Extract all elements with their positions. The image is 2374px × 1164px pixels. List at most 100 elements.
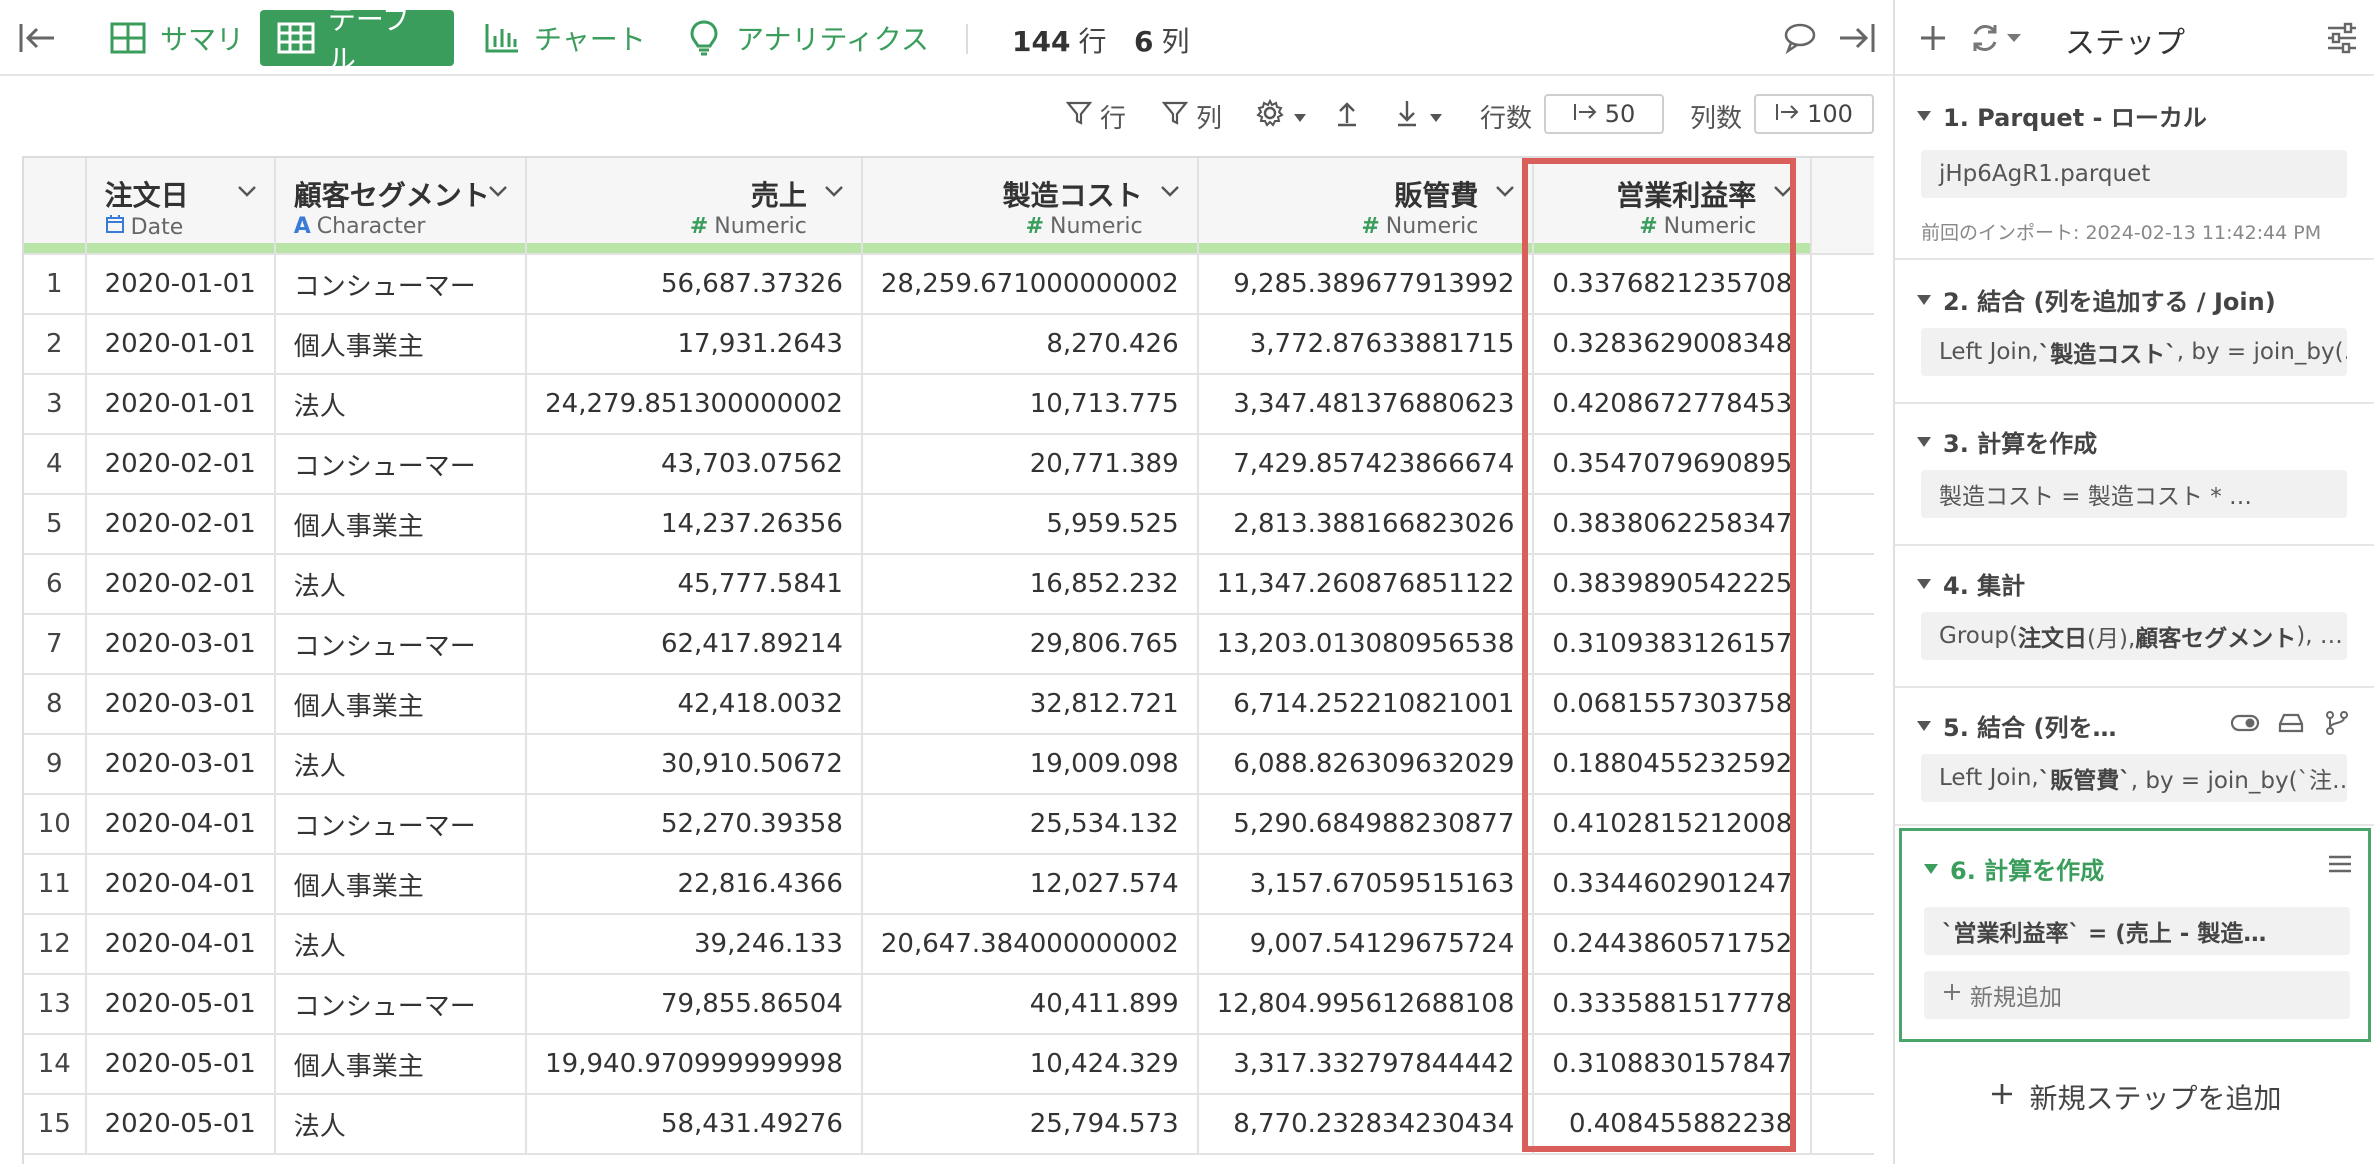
cell-order-date[interactable]: 2020-01-01 bbox=[85, 314, 276, 375]
cell-operating-margin[interactable]: 0.4208672778453 bbox=[1533, 374, 1813, 435]
cell-order-date[interactable]: 2020-03-01 bbox=[85, 614, 276, 675]
cell-order-date[interactable]: 2020-03-01 bbox=[85, 734, 276, 795]
cell-sga[interactable]: 6,088.826309632029 bbox=[1197, 734, 1535, 795]
collapse-triangle-icon[interactable] bbox=[1917, 578, 1931, 589]
cell-manufacturing-cost[interactable]: 10,713.775 bbox=[861, 374, 1199, 435]
chevron-down-icon[interactable] bbox=[1157, 178, 1183, 204]
cell-customer-segment[interactable]: コンシューマー bbox=[274, 614, 528, 675]
sort-descending-button[interactable] bbox=[1394, 98, 1444, 134]
step-4[interactable]: 4. 集計 Group(注文日 (月), 顧客セグメント), … bbox=[1895, 546, 2374, 688]
cell-manufacturing-cost[interactable]: 29,806.765 bbox=[861, 614, 1199, 675]
cell-operating-margin[interactable]: 0.3109383126157 bbox=[1533, 614, 1813, 675]
step-1-header[interactable]: 1. Parquet - ローカル bbox=[1917, 98, 2207, 133]
column-header-customer-segment[interactable]: 顧客セグメント A Character bbox=[274, 158, 528, 255]
cell-manufacturing-cost[interactable]: 16,852.232 bbox=[861, 554, 1199, 615]
step-3-header[interactable]: 3. 計算を作成 bbox=[1917, 424, 2097, 459]
cell-customer-segment[interactable]: コンシューマー bbox=[274, 254, 528, 315]
cell-operating-margin[interactable]: 0.3344602901247 bbox=[1533, 854, 1813, 915]
cell-order-date[interactable]: 2020-03-01 bbox=[85, 674, 276, 735]
step-2-header[interactable]: 2. 結合 (列を追加する / Join) bbox=[1917, 282, 2276, 317]
cell-customer-segment[interactable]: 法人 bbox=[274, 374, 528, 435]
cell-sga[interactable]: 9,285.389677913992 bbox=[1197, 254, 1535, 315]
step-1-detail[interactable]: jHp6AgR1.parquet bbox=[1921, 150, 2347, 198]
row-index[interactable]: 14 bbox=[24, 1034, 87, 1095]
cell-manufacturing-cost[interactable]: 8,270.426 bbox=[861, 314, 1199, 375]
step-1[interactable]: 1. Parquet - ローカル jHp6AgR1.parquet 前回のイン… bbox=[1895, 78, 2374, 260]
cell-operating-margin[interactable]: 0.3335881517778 bbox=[1533, 974, 1813, 1035]
chevron-down-icon[interactable] bbox=[1492, 178, 1518, 204]
row-index[interactable]: 9 bbox=[24, 734, 87, 795]
step-4-header[interactable]: 4. 集計 bbox=[1917, 566, 2025, 601]
cell-manufacturing-cost[interactable]: 40,411.899 bbox=[861, 974, 1199, 1035]
refresh-icon[interactable] bbox=[1967, 20, 2027, 56]
cell-sga[interactable]: 11,347.260876851122 bbox=[1197, 554, 1535, 615]
step-6-active[interactable]: 6. 計算を作成 `営業利益率` = (売上 - 製造… 新規追加 bbox=[1899, 828, 2371, 1042]
cell-operating-margin[interactable]: 0.3376821235708 bbox=[1533, 254, 1813, 315]
cell-order-date[interactable]: 2020-05-01 bbox=[85, 1034, 276, 1095]
collapse-left-icon[interactable] bbox=[18, 20, 58, 56]
chevron-down-icon[interactable] bbox=[1770, 178, 1796, 204]
row-index[interactable]: 11 bbox=[24, 854, 87, 915]
cell-customer-segment[interactable]: コンシューマー bbox=[274, 974, 528, 1035]
sliders-icon[interactable] bbox=[2325, 22, 2359, 54]
cell-manufacturing-cost[interactable]: 25,534.132 bbox=[861, 794, 1199, 855]
cell-sales[interactable]: 45,777.5841 bbox=[526, 554, 863, 615]
chevron-down-icon[interactable] bbox=[485, 178, 511, 204]
cell-customer-segment[interactable]: コンシューマー bbox=[274, 434, 528, 495]
toggle-icon[interactable] bbox=[2230, 710, 2260, 736]
step-4-detail[interactable]: Group(注文日 (月), 顧客セグメント), … bbox=[1921, 612, 2347, 660]
cell-sales[interactable]: 17,931.2643 bbox=[526, 314, 863, 375]
cell-sales[interactable]: 30,910.50672 bbox=[526, 734, 863, 795]
cell-sga[interactable]: 9,007.54129675724 bbox=[1197, 914, 1535, 975]
menu-icon[interactable] bbox=[2326, 851, 2354, 877]
step-5-detail[interactable]: Left Join, `販管費`, by = join_by(`注… bbox=[1921, 754, 2347, 802]
row-index[interactable]: 4 bbox=[24, 434, 87, 495]
cell-operating-margin[interactable]: 0.3547079690895 bbox=[1533, 434, 1813, 495]
cell-sga[interactable]: 13,203.013080956538 bbox=[1197, 614, 1535, 675]
collapse-right-icon[interactable] bbox=[1836, 20, 1876, 56]
cell-customer-segment[interactable]: 個人事業主 bbox=[274, 1034, 528, 1095]
cell-operating-margin[interactable]: 0.3838062258347 bbox=[1533, 494, 1813, 555]
cell-operating-margin[interactable]: 0.0681557303758 bbox=[1533, 674, 1813, 735]
cell-order-date[interactable]: 2020-01-01 bbox=[85, 254, 276, 315]
cell-sga[interactable]: 3,347.481376880623 bbox=[1197, 374, 1535, 435]
step-5-header[interactable]: 5. 結合 (列を… bbox=[1917, 708, 2117, 743]
cell-manufacturing-cost[interactable]: 12,027.574 bbox=[861, 854, 1199, 915]
cell-order-date[interactable]: 2020-02-01 bbox=[85, 494, 276, 555]
cell-sales[interactable]: 56,687.37326 bbox=[526, 254, 863, 315]
collapse-triangle-icon[interactable] bbox=[1917, 436, 1931, 447]
cell-sales[interactable]: 19,940.970999999998 bbox=[526, 1034, 863, 1095]
settings-dropdown-button[interactable] bbox=[1256, 98, 1308, 134]
cell-operating-margin[interactable]: 0.3283629008348 bbox=[1533, 314, 1813, 375]
column-header-manufacturing-cost[interactable]: 製造コスト # Numeric bbox=[861, 158, 1199, 255]
cell-sales[interactable]: 22,816.4366 bbox=[526, 854, 863, 915]
tab-table[interactable]: テーブル bbox=[260, 3, 454, 76]
cell-customer-segment[interactable]: 個人事業主 bbox=[274, 854, 528, 915]
cell-sales[interactable]: 39,246.133 bbox=[526, 914, 863, 975]
cell-sga[interactable]: 2,813.388166823026 bbox=[1197, 494, 1535, 555]
cell-manufacturing-cost[interactable]: 10,424.329 bbox=[861, 1034, 1199, 1095]
column-header-order-date[interactable]: 注文日 Date bbox=[85, 158, 276, 255]
cell-sales[interactable]: 14,237.26356 bbox=[526, 494, 863, 555]
cell-manufacturing-cost[interactable]: 19,009.098 bbox=[861, 734, 1199, 795]
collapse-triangle-icon[interactable] bbox=[1924, 863, 1938, 874]
cell-operating-margin[interactable]: 0.4102815212008 bbox=[1533, 794, 1813, 855]
tab-analytics[interactable]: アナリティクス bbox=[668, 10, 945, 66]
cell-order-date[interactable]: 2020-05-01 bbox=[85, 974, 276, 1035]
cell-operating-margin[interactable]: 0.3108830157847 bbox=[1533, 1034, 1813, 1095]
cell-manufacturing-cost[interactable]: 28,259.671000000002 bbox=[861, 254, 1199, 315]
tab-summary[interactable]: サマリ bbox=[92, 10, 260, 66]
row-index[interactable]: 13 bbox=[24, 974, 87, 1035]
cols-input[interactable]: 100 bbox=[1754, 94, 1874, 134]
step-6-detail[interactable]: `営業利益率` = (売上 - 製造… bbox=[1924, 907, 2350, 955]
cell-manufacturing-cost[interactable]: 32,812.721 bbox=[861, 674, 1199, 735]
cell-customer-segment[interactable]: 個人事業主 bbox=[274, 674, 528, 735]
cell-customer-segment[interactable]: コンシューマー bbox=[274, 794, 528, 855]
cell-order-date[interactable]: 2020-04-01 bbox=[85, 914, 276, 975]
cell-sales[interactable]: 62,417.89214 bbox=[526, 614, 863, 675]
row-filter-button[interactable]: 行 bbox=[1065, 98, 1126, 134]
cell-sales[interactable]: 52,270.39358 bbox=[526, 794, 863, 855]
cell-sga[interactable]: 3,317.332797844442 bbox=[1197, 1034, 1535, 1095]
column-header-sga[interactable]: 販管費 # Numeric bbox=[1197, 158, 1535, 255]
step-6-header[interactable]: 6. 計算を作成 bbox=[1924, 851, 2104, 886]
